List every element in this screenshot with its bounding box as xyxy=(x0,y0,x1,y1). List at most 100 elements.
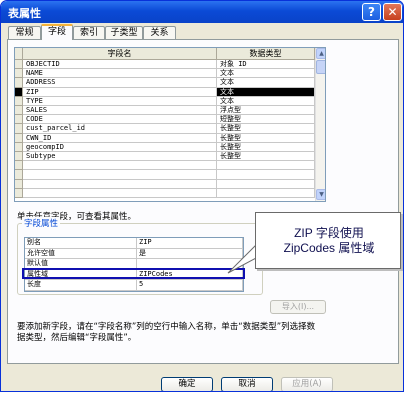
title-bar[interactable]: 表属性 ? ✕ xyxy=(1,1,403,23)
table-row[interactable]: CWN_ID 长整型 xyxy=(15,133,315,143)
field-name-cell[interactable]: CODE xyxy=(23,115,217,125)
fields-tab-panel: 字段名 数据类型 OBJECTID 对象 ID NAME 文本 ADDRESS 文本 ZIP… xyxy=(7,39,399,364)
data-type-cell[interactable] xyxy=(217,170,315,180)
field-name-cell[interactable]: cust_parcel_id xyxy=(23,124,217,134)
row-selector[interactable] xyxy=(15,96,23,106)
callout-pointer xyxy=(227,241,259,274)
data-type-cell[interactable]: 文本 xyxy=(217,78,315,88)
row-selector[interactable] xyxy=(15,152,23,162)
tab-subtypes[interactable]: 子类型 xyxy=(105,26,143,39)
fields-grid-header: 字段名 数据类型 xyxy=(15,48,315,60)
data-type-cell[interactable]: 浮点型 xyxy=(217,106,315,116)
table-row[interactable]: Subtype 长整型 xyxy=(15,152,315,162)
row-selector[interactable] xyxy=(15,170,23,180)
row-selector[interactable] xyxy=(15,161,23,171)
table-row[interactable]: TYPE 文本 xyxy=(15,96,315,106)
table-row[interactable]: OBJECTID 对象 ID xyxy=(15,60,315,70)
callout-line-1: ZIP 字段使用 xyxy=(294,226,364,240)
field-name-cell[interactable]: TYPE xyxy=(23,96,217,106)
table-row[interactable] xyxy=(15,179,315,189)
close-button[interactable]: ✕ xyxy=(383,3,402,21)
dialog-title: 表属性 xyxy=(8,7,41,20)
data-type-cell[interactable]: 文本 xyxy=(217,69,315,79)
table-row[interactable]: cust_parcel_id 长整型 xyxy=(15,124,315,134)
table-properties-dialog: 表属性 ? ✕ 常规 字段 索引 子类型 关系 字段名 数据类型 OBJECTI… xyxy=(0,0,404,392)
apply-button[interactable]: 应用(A) xyxy=(281,377,333,391)
row-selector[interactable] xyxy=(15,60,23,70)
tab-relationships[interactable]: 关系 xyxy=(143,26,176,39)
row-selector[interactable] xyxy=(15,188,23,198)
tab-indexes[interactable]: 索引 xyxy=(73,26,105,39)
table-row[interactable]: SALES 浮点型 xyxy=(15,106,315,116)
property-label: 允许空值 xyxy=(25,248,137,259)
scroll-up-button[interactable]: ▲ xyxy=(316,48,325,59)
row-selector[interactable] xyxy=(15,69,23,79)
data-type-cell[interactable]: 长整型 xyxy=(217,152,315,162)
field-name-cell[interactable]: SALES xyxy=(23,106,217,116)
callout-line-2: ZipCodes 属性域 xyxy=(283,241,375,255)
field-name-cell[interactable]: geocompID xyxy=(23,142,217,152)
field-name-cell[interactable]: ZIP xyxy=(23,87,217,97)
data-type-cell[interactable]: 长整型 xyxy=(217,133,315,143)
row-selector[interactable] xyxy=(15,179,23,189)
table-row[interactable] xyxy=(15,161,315,171)
cancel-button[interactable]: 取消 xyxy=(221,377,273,391)
scroll-thumb[interactable] xyxy=(316,60,325,74)
property-label: 别名 xyxy=(25,238,137,249)
tab-fields[interactable]: 字段 xyxy=(41,24,73,40)
field-name-cell[interactable]: CWN_ID xyxy=(23,133,217,143)
column-header-data-type[interactable]: 数据类型 xyxy=(217,48,315,60)
property-row[interactable]: 别名 ZIP xyxy=(25,238,243,249)
row-selector[interactable] xyxy=(15,133,23,143)
callout-text: ZIP 字段使用 ZipCodes 属性域 xyxy=(256,226,402,256)
table-row[interactable]: ZIP 文本 xyxy=(15,87,315,97)
help-button[interactable]: ? xyxy=(362,3,381,21)
field-name-cell[interactable] xyxy=(23,188,217,198)
table-row[interactable]: CODE 短整型 xyxy=(15,115,315,125)
row-selector[interactable] xyxy=(15,124,23,134)
fields-grid: 字段名 数据类型 OBJECTID 对象 ID NAME 文本 ADDRESS 文本 ZIP… xyxy=(14,47,326,202)
row-selector[interactable] xyxy=(15,115,23,125)
add-field-note: 要添加新字段，请在“字段名称”列的空行中输入名称，单击“数据类型”列选择数据类型… xyxy=(17,322,316,343)
property-value[interactable]: 5 xyxy=(137,280,243,291)
field-name-cell[interactable]: OBJECTID xyxy=(23,60,217,70)
data-type-cell[interactable]: 长整型 xyxy=(217,142,315,152)
tab-general[interactable]: 常规 xyxy=(8,26,41,39)
table-row[interactable]: geocompID 长整型 xyxy=(15,142,315,152)
table-row[interactable] xyxy=(15,170,315,180)
row-selector[interactable] xyxy=(15,142,23,152)
data-type-cell[interactable]: 短整型 xyxy=(217,115,315,125)
property-label: 长度 xyxy=(25,280,137,291)
field-properties-title: 字段属性 xyxy=(22,217,61,229)
table-row[interactable]: NAME 文本 xyxy=(15,69,315,79)
field-properties-grid: 别名 ZIP 允许空值是默认值 属性域 ZIPCodes 长度 5 xyxy=(24,237,244,292)
annotation-callout: ZIP 字段使用 ZipCodes 属性域 xyxy=(255,212,401,269)
table-row[interactable]: ADDRESS 文本 xyxy=(15,78,315,88)
data-type-cell[interactable]: 对象 ID xyxy=(217,60,315,70)
field-name-cell[interactable]: ADDRESS xyxy=(23,78,217,88)
data-type-cell[interactable]: 长整型 xyxy=(217,124,315,134)
domain-row-highlight xyxy=(22,268,245,279)
data-type-cell[interactable] xyxy=(217,179,315,189)
column-header-field-name[interactable]: 字段名 xyxy=(23,48,217,60)
data-type-cell[interactable] xyxy=(217,188,315,198)
row-selector[interactable] xyxy=(15,87,23,97)
data-type-cell[interactable]: 文本 xyxy=(217,87,315,97)
data-type-cell[interactable]: 文本 xyxy=(217,96,315,106)
row-selector[interactable] xyxy=(15,106,23,116)
ok-button[interactable]: 确定 xyxy=(161,377,213,391)
field-name-cell[interactable] xyxy=(23,161,217,171)
field-name-cell[interactable] xyxy=(23,179,217,189)
data-type-cell[interactable] xyxy=(217,161,315,171)
import-button[interactable]: 导入(I)... xyxy=(270,300,326,314)
property-row[interactable]: 长度 5 xyxy=(25,280,243,291)
row-selector-header xyxy=(15,48,23,60)
table-row[interactable] xyxy=(15,188,315,198)
fields-grid-scrollbar[interactable]: ▲ ▼ xyxy=(315,48,325,201)
field-name-cell[interactable]: NAME xyxy=(23,69,217,79)
field-name-cell[interactable]: Subtype xyxy=(23,152,217,162)
row-selector[interactable] xyxy=(15,78,23,88)
scroll-down-button[interactable]: ▼ xyxy=(316,189,325,200)
field-name-cell[interactable] xyxy=(23,170,217,180)
property-row[interactable]: 允许空值是 xyxy=(25,248,243,259)
